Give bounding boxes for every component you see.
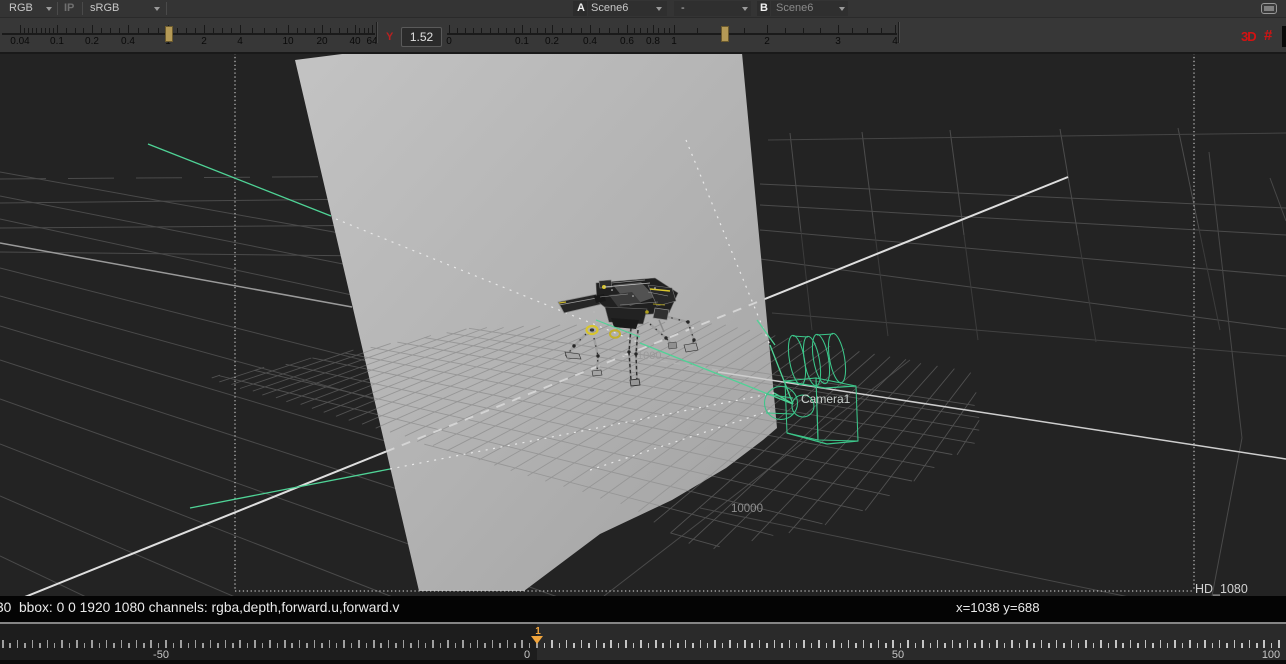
svg-text:Camera1: Camera1 <box>801 392 851 406</box>
svg-text:10000: 10000 <box>731 503 763 515</box>
svg-text:1000: 1000 <box>637 350 661 362</box>
svg-text:HD_1080: HD_1080 <box>1195 582 1248 596</box>
